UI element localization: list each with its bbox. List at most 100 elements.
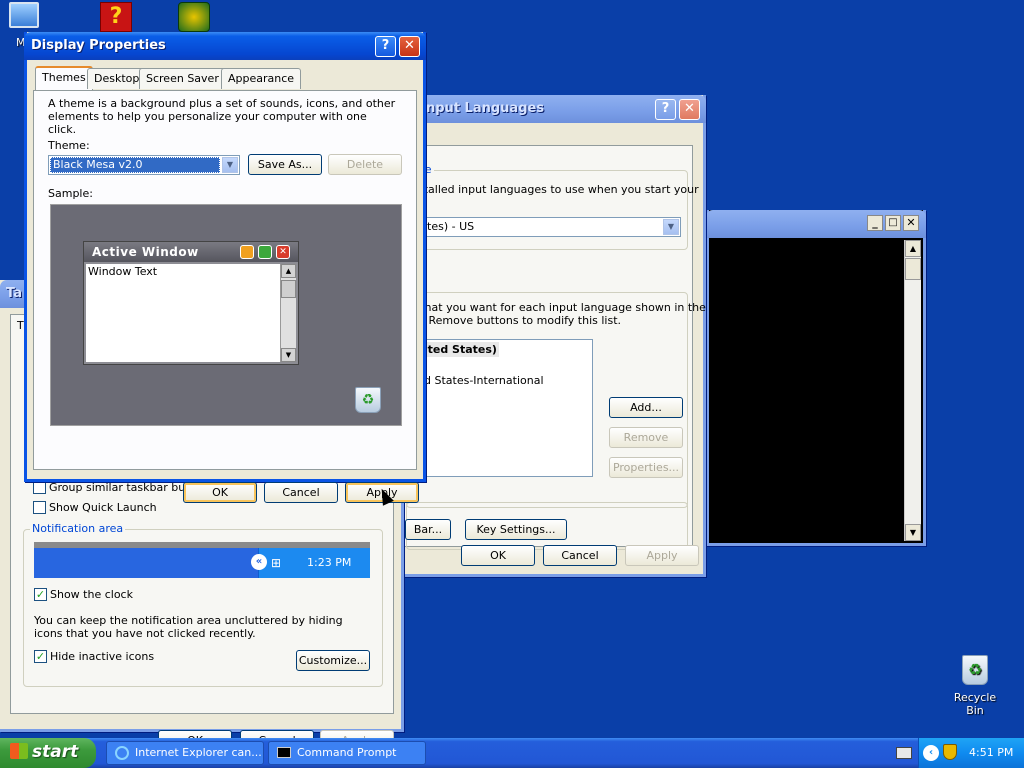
close-icon: ✕ <box>276 245 290 259</box>
scroll-up-arrow-icon: ▲ <box>281 264 296 278</box>
list-item[interactable]: nited States) <box>414 342 499 357</box>
expand-arrows-icon: « <box>251 554 267 570</box>
system-tray: ‹ 4:51 PM <box>918 738 1024 768</box>
minimize-button[interactable]: _ <box>867 215 883 231</box>
show-clock-checkbox[interactable]: ✓ <box>34 588 47 601</box>
apply-button[interactable]: Apply <box>625 545 699 566</box>
scroll-up-arrow-icon[interactable]: ▲ <box>905 240 921 257</box>
tray-preview: « ⊞ 1:23 PM <box>251 548 370 578</box>
remove-button[interactable]: Remove <box>609 427 683 448</box>
tab-fragment: T <box>17 319 24 332</box>
group-similar-checkbox[interactable] <box>33 481 46 494</box>
group-description: nd Remove buttons to modify this list. <box>411 314 622 327</box>
scroll-thumb[interactable] <box>905 258 921 280</box>
default-language-group: age nstalled input languages to use when… <box>406 163 699 250</box>
display-properties-titlebar[interactable]: Display Properties <box>24 32 426 60</box>
close-button[interactable]: ✕ <box>399 36 420 57</box>
help-program-icon[interactable]: ? <box>100 2 132 32</box>
list-item[interactable]: d States-International <box>424 374 544 387</box>
theme-sample-preview: Active Window ✕ Window Text ▲ ▼ ♻ <box>50 204 402 426</box>
window-title: Display Properties <box>31 38 166 53</box>
notification-area-group: Notification area « ⊞ 1:23 PM ✓ Show the… <box>23 522 383 687</box>
sample-label: Sample: <box>48 187 93 200</box>
settings-tab-panel: age nstalled input languages to use when… <box>399 145 706 550</box>
taskbar-item-label: Command Prompt <box>297 746 397 759</box>
installed-services-group: s that you want for each input language … <box>406 292 706 508</box>
save-as-button[interactable]: Save As... <box>248 154 322 175</box>
checkbox-label: Show the clock <box>50 588 133 601</box>
sample-recycle-bin-icon: ♻ <box>355 387 381 413</box>
taskbar-item-internet-explorer[interactable]: Internet Explorer can... <box>106 741 264 765</box>
maximize-button[interactable]: □ <box>885 215 901 231</box>
checkbox-label: Show Quick Launch <box>49 501 157 514</box>
tab-strip: Themes Desktop Screen Saver Appearance <box>35 66 415 92</box>
hide-inactive-checkbox[interactable]: ✓ <box>34 650 47 663</box>
select-value: Black Mesa v2.0 <box>50 157 220 173</box>
cancel-button[interactable]: Cancel <box>264 482 338 503</box>
taskbar-item-command-prompt[interactable]: Command Prompt <box>268 741 426 765</box>
tab-appearance[interactable]: Appearance <box>221 68 302 89</box>
group-label: Notification area <box>30 522 126 535</box>
language-bar-button[interactable]: Bar... <box>405 519 451 540</box>
properties-button[interactable]: Properties... <box>609 457 683 478</box>
internet-explorer-icon <box>115 746 129 760</box>
close-button[interactable]: ✕ <box>903 215 919 231</box>
language-bar-icon[interactable] <box>896 747 912 759</box>
monitor-icon <box>9 2 39 28</box>
chevron-down-icon[interactable]: ▼ <box>663 219 679 235</box>
cancel-button[interactable]: Cancel <box>543 545 617 566</box>
installed-services-list[interactable]: nited States) d States-International <box>411 339 593 477</box>
clock-preview: 1:23 PM <box>307 556 352 569</box>
scroll-down-arrow-icon: ▼ <box>281 348 296 362</box>
show-quick-launch-checkbox[interactable] <box>33 501 46 514</box>
network-icon: ⊞ <box>271 556 282 570</box>
ok-button[interactable]: OK <box>183 482 257 503</box>
input-languages-window[interactable]: nput Languages ? ✕ age nstalled input la… <box>390 95 706 577</box>
default-language-select[interactable]: tates) - US ▼ <box>411 217 681 237</box>
taskbar: start Internet Explorer can... Command P… <box>0 738 1024 768</box>
help-button[interactable]: ? <box>655 99 676 120</box>
hide-description: You can keep the notification area unclu… <box>34 614 343 640</box>
taskbar-item-label: Internet Explorer can... <box>135 746 262 759</box>
start-label: start <box>32 742 79 762</box>
key-settings-button[interactable]: Key Settings... <box>465 519 567 540</box>
tab-themes[interactable]: Themes <box>35 66 93 90</box>
chevron-down-icon[interactable]: ▼ <box>222 157 238 173</box>
desktop-icon-recycle-bin[interactable]: ♻ Recycle Bin <box>944 655 1006 717</box>
customize-button[interactable]: Customize... <box>296 650 370 671</box>
windows-logo-icon <box>10 743 28 759</box>
notification-preview: « ⊞ 1:23 PM <box>34 542 370 578</box>
sample-active-window: Active Window ✕ Window Text ▲ ▼ <box>83 241 299 365</box>
desktop-icon-label: Recycle Bin <box>953 691 997 717</box>
scroll-thumb <box>281 280 296 298</box>
start-button[interactable]: start <box>0 738 96 768</box>
display-properties-window[interactable]: Display Properties ? ✕ Themes Desktop Sc… <box>24 32 426 506</box>
delete-button[interactable]: Delete <box>328 154 402 175</box>
minimize-icon <box>240 245 254 259</box>
scroll-down-arrow-icon[interactable]: ▼ <box>905 524 921 541</box>
command-prompt-window[interactable]: _ □ ✕ ▲ ▼ <box>706 210 926 546</box>
preferences-group: Bar... Key Settings... <box>405 502 688 550</box>
expand-tray-icon[interactable]: ‹ <box>923 745 939 761</box>
group-description: nstalled input languages to use when you… <box>411 183 699 196</box>
themes-description: A theme is a background plus a set of so… <box>48 97 396 136</box>
sample-scrollbar: ▲ ▼ <box>280 264 296 362</box>
ok-button[interactable]: OK <box>461 545 535 566</box>
sample-window-body: Window Text <box>86 264 280 362</box>
add-button[interactable]: Add... <box>609 397 683 418</box>
maximize-icon <box>258 245 272 259</box>
theme-select[interactable]: Black Mesa v2.0 ▼ <box>48 155 240 175</box>
window-title: nput Languages <box>426 101 545 116</box>
group-description: s that you want for each input language … <box>411 301 706 314</box>
security-shield-icon[interactable] <box>943 744 957 760</box>
themes-tab-panel: A theme is a background plus a set of so… <box>33 90 417 470</box>
tab-screen-saver[interactable]: Screen Saver <box>139 68 226 89</box>
game-program-icon[interactable] <box>178 2 210 32</box>
close-button[interactable]: ✕ <box>679 99 700 120</box>
checkbox-label: Hide inactive icons <box>50 650 155 663</box>
tab-desktop[interactable]: Desktop <box>87 68 147 89</box>
taskbar-clock[interactable]: 4:51 PM <box>969 746 1013 759</box>
help-button[interactable]: ? <box>375 36 396 57</box>
command-prompt-icon <box>277 747 291 758</box>
vertical-scrollbar[interactable]: ▲ ▼ <box>904 240 921 541</box>
